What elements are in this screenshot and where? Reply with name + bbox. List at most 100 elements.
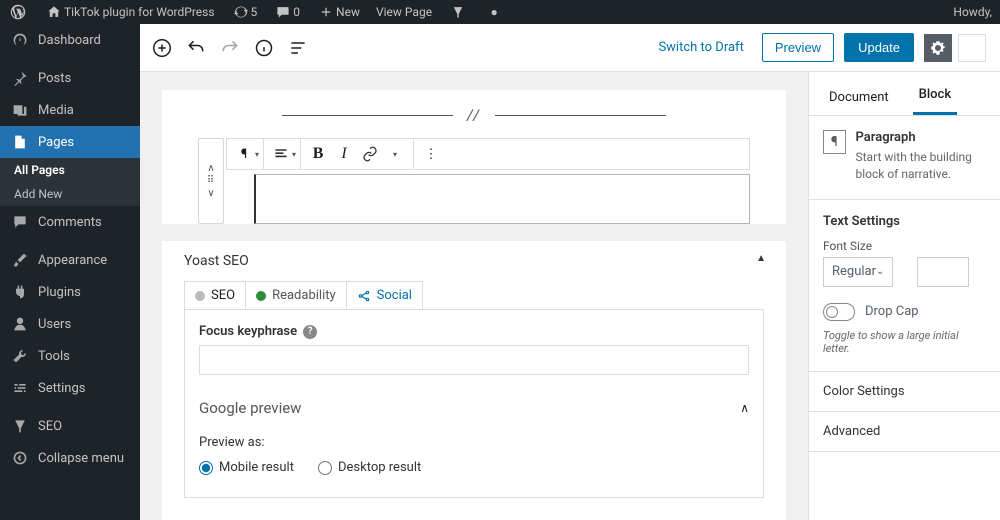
- yoast-adminbar[interactable]: [440, 0, 476, 24]
- menu-label: Posts: [38, 71, 71, 86]
- menu-collapse[interactable]: Collapse menu: [0, 442, 140, 474]
- color-settings-row[interactable]: Color Settings: [809, 372, 1000, 412]
- submenu-pages: All Pages Add New: [0, 158, 140, 206]
- site-home[interactable]: TikTok plugin for WordPress: [36, 0, 223, 24]
- menu-label: Appearance: [38, 253, 107, 268]
- menu-dashboard[interactable]: Dashboard: [0, 24, 140, 56]
- tab-social[interactable]: Social: [347, 282, 422, 309]
- radio-desktop[interactable]: Desktop result: [318, 460, 421, 475]
- yoast-panel-button[interactable]: [958, 34, 986, 62]
- bold-button[interactable]: B: [305, 141, 331, 167]
- paragraph-input[interactable]: [254, 174, 750, 224]
- focus-keyphrase-input[interactable]: [199, 345, 749, 375]
- outline-button[interactable]: [286, 36, 310, 60]
- paragraph-icon: ¶: [823, 130, 846, 154]
- tab-readability[interactable]: Readability: [246, 282, 347, 309]
- user-icon: [10, 314, 30, 334]
- block-more-button[interactable]: ⋮: [418, 141, 444, 167]
- block-mover[interactable]: ∧ ⠿ ∨: [198, 138, 224, 224]
- comment-icon: [10, 212, 30, 232]
- menu-label: Settings: [38, 381, 85, 396]
- switch-to-draft[interactable]: Switch to Draft: [658, 40, 743, 55]
- tab-block[interactable]: Block: [913, 75, 957, 115]
- block-info: ¶ Paragraph Start with the building bloc…: [809, 116, 1000, 200]
- yoast-title: Yoast SEO: [184, 253, 764, 269]
- new-content[interactable]: New: [308, 0, 368, 24]
- font-size-label: Font Size: [823, 239, 893, 253]
- menu-pages[interactable]: Pages: [0, 126, 140, 158]
- yoast-icon: [448, 2, 468, 22]
- menu-posts[interactable]: Posts: [0, 62, 140, 94]
- dashboard-icon: [10, 30, 30, 50]
- menu-label: Tools: [38, 349, 70, 364]
- menu-appearance[interactable]: Appearance: [0, 244, 140, 276]
- menu-tools[interactable]: Tools: [0, 340, 140, 372]
- block-name: Paragraph: [856, 130, 987, 145]
- menu-seo[interactable]: SEO: [0, 410, 140, 442]
- admin-menu: Dashboard Posts Media Pages All Pages Ad…: [0, 24, 140, 520]
- menu-settings[interactable]: Settings: [0, 372, 140, 404]
- submenu-all-pages[interactable]: All Pages: [0, 158, 140, 182]
- align-button[interactable]: [268, 141, 294, 167]
- drop-cap-toggle[interactable]: [823, 303, 855, 321]
- chevron-up-icon[interactable]: ∧: [207, 161, 214, 176]
- menu-media[interactable]: Media: [0, 94, 140, 126]
- plug-icon: [10, 282, 30, 302]
- chevron-down-icon: ▾: [255, 150, 259, 159]
- editor-canvas[interactable]: // ∧ ⠿ ∨ ¶▾: [140, 72, 808, 520]
- chevron-up-icon[interactable]: ∧: [740, 401, 749, 415]
- document-card: // ∧ ⠿ ∨ ¶▾: [162, 90, 786, 224]
- add-block-button[interactable]: [150, 36, 174, 60]
- yoast-icon: [10, 416, 30, 436]
- drop-cap-hint: Toggle to show a large initial letter.: [823, 329, 986, 355]
- redo-button[interactable]: [218, 36, 242, 60]
- font-size-select[interactable]: Regular ⌄: [823, 257, 893, 287]
- yoast-collapse[interactable]: ▲: [756, 253, 766, 264]
- advanced-row[interactable]: Advanced: [809, 412, 1000, 452]
- more-rich-button[interactable]: ▾: [383, 141, 409, 167]
- settings-button[interactable]: [924, 34, 952, 62]
- separator-block[interactable]: //: [282, 106, 666, 124]
- google-preview-section: Google preview ∧ Preview as: Mobile resu…: [199, 399, 749, 475]
- refresh-icon: [231, 2, 251, 22]
- menu-users[interactable]: Users: [0, 308, 140, 340]
- page-icon: [10, 132, 30, 152]
- link-button[interactable]: [357, 141, 383, 167]
- radio-mobile[interactable]: Mobile result: [199, 460, 294, 475]
- tab-seo[interactable]: SEO: [185, 282, 246, 309]
- pin-icon: [10, 68, 30, 88]
- submenu-add-new[interactable]: Add New: [0, 182, 140, 206]
- focus-keyphrase-label: Focus keyphrase ?: [199, 324, 749, 339]
- menu-label: Plugins: [38, 285, 81, 300]
- plus-icon: [316, 2, 336, 22]
- tab-document[interactable]: Document: [823, 78, 895, 115]
- status-dot-icon: [195, 291, 205, 301]
- info-button[interactable]: [252, 36, 276, 60]
- chevron-down-icon[interactable]: ∨: [207, 186, 214, 201]
- new-label: New: [336, 5, 360, 19]
- wordpress-icon: [8, 2, 28, 22]
- menu-label: Users: [38, 317, 71, 332]
- share-icon: [357, 289, 371, 303]
- text-settings-title: Text Settings: [823, 214, 986, 229]
- undo-button[interactable]: [184, 36, 208, 60]
- preview-button[interactable]: Preview: [762, 33, 834, 62]
- comments-bubble[interactable]: 0: [265, 0, 308, 24]
- howdy-user[interactable]: Howdy,: [945, 5, 1000, 19]
- wp-logo[interactable]: [0, 0, 36, 24]
- block-type-button[interactable]: ¶: [231, 141, 257, 167]
- font-size-number[interactable]: [917, 257, 969, 287]
- chevron-down-icon: ⌄: [876, 266, 884, 277]
- menu-label: Pages: [38, 135, 74, 150]
- status-dot[interactable]: ●: [476, 0, 512, 24]
- italic-button[interactable]: I: [331, 141, 357, 167]
- update-button[interactable]: Update: [844, 33, 914, 62]
- separator-line: [495, 115, 666, 116]
- preview-as-label: Preview as:: [199, 435, 749, 450]
- view-page-link[interactable]: View Page: [368, 0, 440, 24]
- drag-handle-icon[interactable]: ⠿: [207, 176, 215, 186]
- help-icon[interactable]: ?: [303, 325, 317, 339]
- menu-plugins[interactable]: Plugins: [0, 276, 140, 308]
- updates[interactable]: 5: [223, 0, 266, 24]
- menu-comments[interactable]: Comments: [0, 206, 140, 238]
